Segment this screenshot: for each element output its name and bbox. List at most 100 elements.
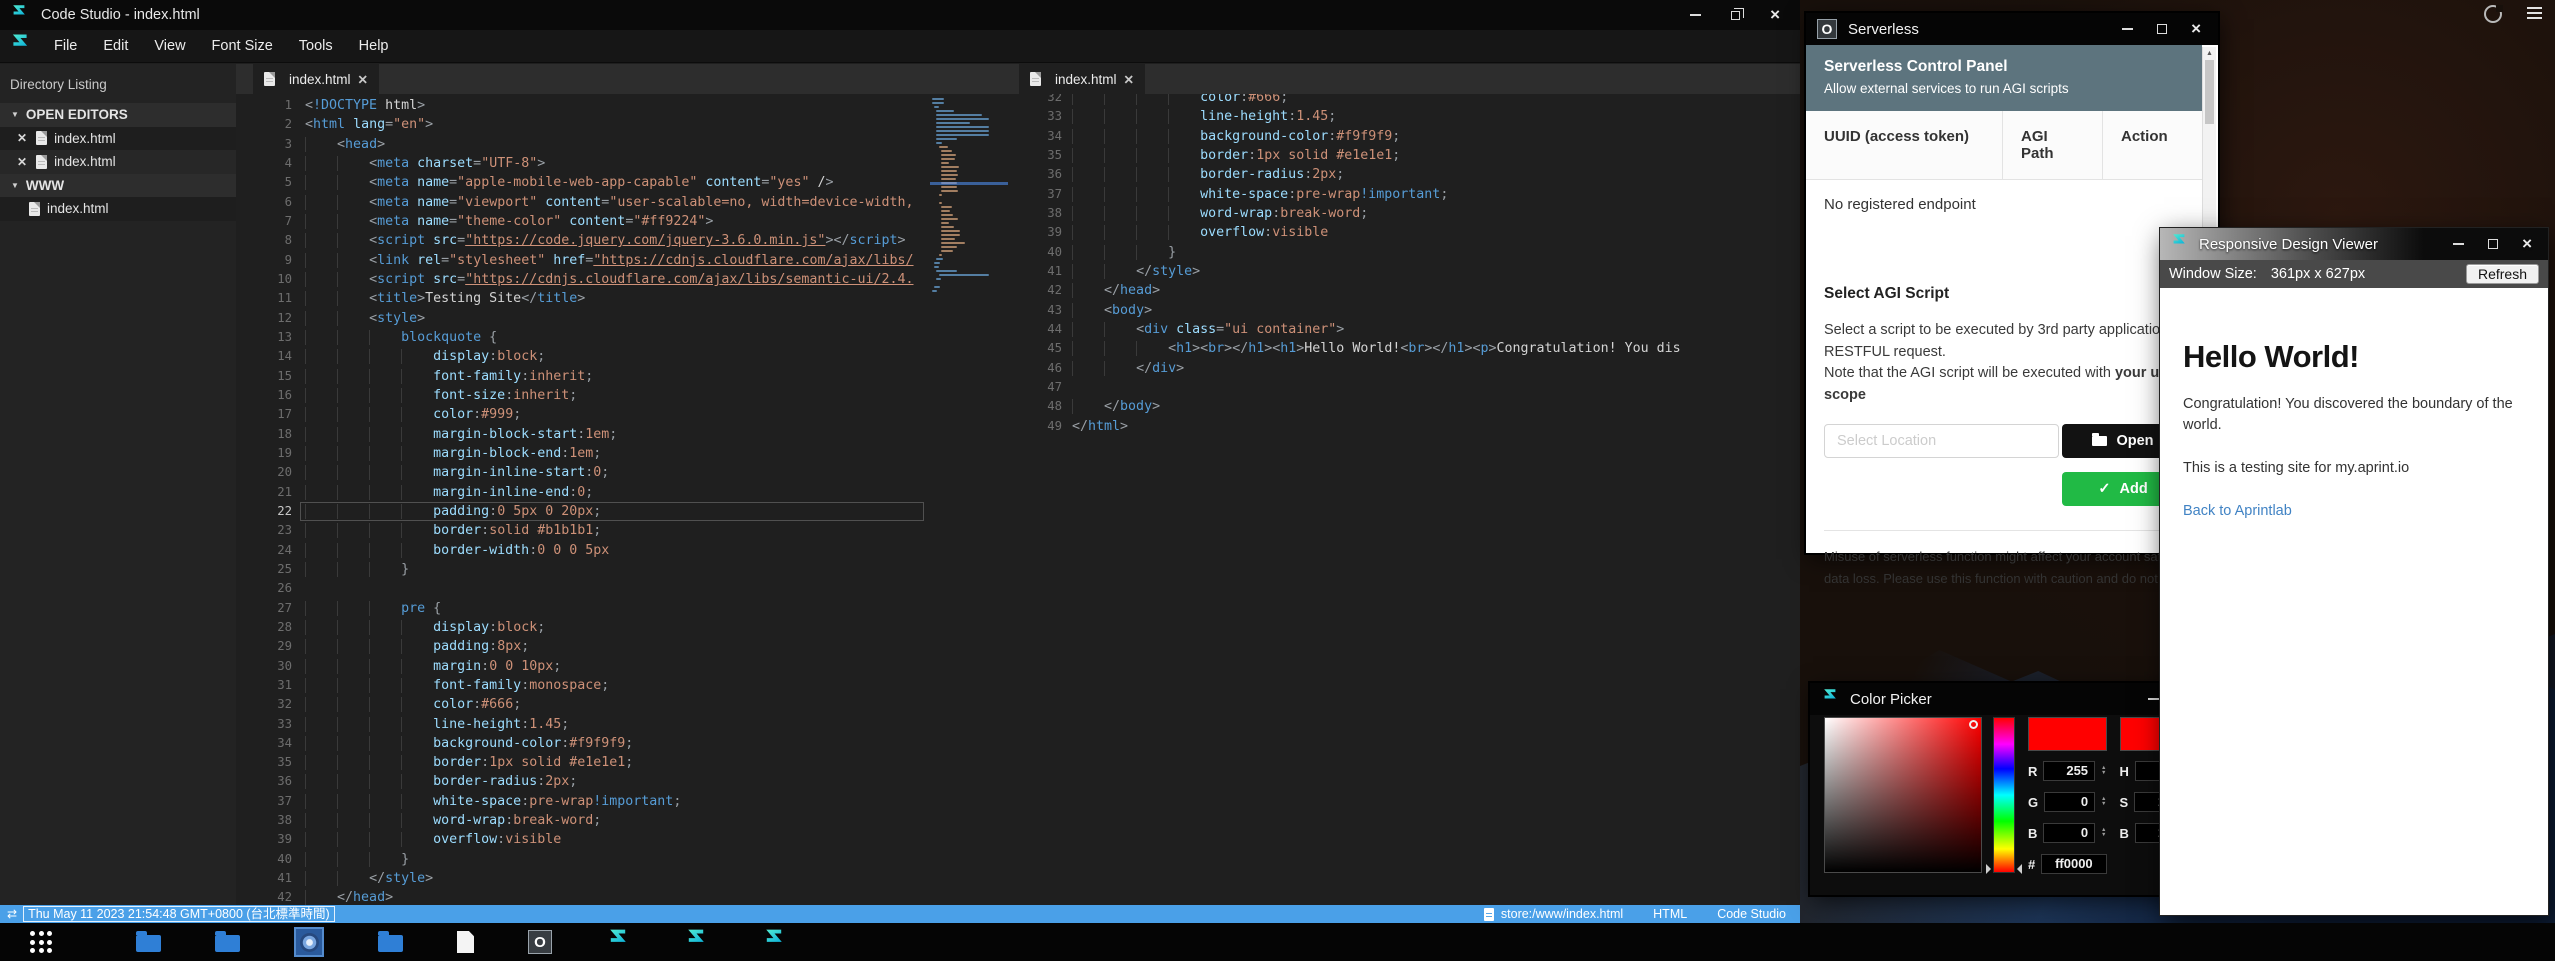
- code-line[interactable]: 35 border:1px solid #e1e1e1;: [236, 753, 1010, 772]
- code-studio-app-icon[interactable]: [606, 928, 630, 957]
- stepper-icons[interactable]: ▲▼: [2101, 766, 2106, 776]
- code-line[interactable]: 2<html lang="en">: [236, 115, 1010, 134]
- code-line[interactable]: 40 }: [1010, 243, 1800, 262]
- code-line[interactable]: 32 color:#666;: [1010, 94, 1800, 107]
- code-line[interactable]: 44 <div class="ui container">: [1010, 320, 1800, 339]
- code-line[interactable]: 34 background-color:#f9f9f9;: [1010, 127, 1800, 146]
- sidebar-item-index.html[interactable]: ✕index.html: [0, 127, 236, 151]
- code-line[interactable]: 49</html>: [1010, 417, 1800, 436]
- close-icon[interactable]: ✕: [17, 155, 27, 169]
- field-r[interactable]: R255▲▼: [2028, 760, 2107, 782]
- minimize-icon[interactable]: [2148, 698, 2159, 700]
- color-selector-handle[interactable]: [1969, 720, 1978, 729]
- code-line[interactable]: 25 }: [236, 560, 1010, 579]
- menu-file[interactable]: File: [41, 38, 90, 54]
- sidebar-item-index.html[interactable]: index.html: [0, 197, 236, 221]
- folder-icon[interactable]: [215, 935, 240, 952]
- code-line[interactable]: 37 white-space:pre-wrap!important;: [236, 792, 1010, 811]
- menu-font-size[interactable]: Font Size: [199, 38, 286, 54]
- script-location-input[interactable]: [1824, 424, 2059, 458]
- tab-close-icon[interactable]: ✕: [358, 72, 368, 87]
- code-line[interactable]: 47: [1010, 378, 1800, 397]
- code-line[interactable]: 40 }: [236, 850, 1010, 869]
- media-app-icon[interactable]: [294, 927, 324, 957]
- back-to-aprintlab-link[interactable]: Back to Aprintlab: [2183, 501, 2548, 522]
- tab-close-icon[interactable]: ✕: [1124, 72, 1134, 87]
- stepper-icons[interactable]: ▲▼: [2101, 797, 2106, 807]
- folder-icon[interactable]: [378, 935, 403, 952]
- editor-pane-left[interactable]: index.html ✕ 1<!DOCTYPE html>2<html lang…: [236, 64, 1010, 905]
- code-line[interactable]: 11 <title>Testing Site</title>: [236, 289, 1010, 308]
- start-apps-grid-icon[interactable]: [30, 931, 52, 953]
- code-line[interactable]: 29 padding:8px;: [236, 637, 1010, 656]
- title-bar[interactable]: Responsive Design Viewer ×: [2160, 228, 2548, 260]
- code-area[interactable]: 32 color:#666;33 line-height:1.45;34 bac…: [1010, 94, 1800, 905]
- field-value[interactable]: 0: [2043, 823, 2095, 843]
- saturation-value-square[interactable]: [1824, 717, 1982, 873]
- code-line[interactable]: 35 border:1px solid #e1e1e1;: [1010, 146, 1800, 165]
- code-line[interactable]: 38 word-wrap:break-word;: [1010, 204, 1800, 223]
- field-value[interactable]: 255: [2043, 761, 2095, 781]
- close-icon[interactable]: ✕: [17, 131, 27, 145]
- scroll-up-icon[interactable]: ▲: [2203, 47, 2216, 57]
- code-line[interactable]: 4 <meta charset="UTF-8">: [236, 154, 1010, 173]
- serverless-app-icon[interactable]: O: [528, 930, 552, 954]
- code-line[interactable]: 13 blockquote {: [236, 328, 1010, 347]
- code-area[interactable]: 1<!DOCTYPE html>2<html lang="en">3 <head…: [236, 94, 1010, 905]
- code-line[interactable]: 24 border-width:0 0 0 5px: [236, 541, 1010, 560]
- code-line[interactable]: 27 pre {: [236, 599, 1010, 618]
- code-line[interactable]: 33 line-height:1.45;: [236, 715, 1010, 734]
- code-line[interactable]: 33 line-height:1.45;: [1010, 107, 1800, 126]
- menu-view[interactable]: View: [141, 38, 198, 54]
- hex-value[interactable]: ff0000: [2041, 854, 2106, 874]
- code-line[interactable]: 16 font-size:inherit;: [236, 386, 1010, 405]
- hue-slider[interactable]: [1993, 717, 2015, 873]
- folder-icon[interactable]: [136, 935, 161, 952]
- code-line[interactable]: 36 border-radius:2px;: [236, 772, 1010, 791]
- field-hex[interactable]: #ff0000: [2028, 853, 2107, 875]
- code-line[interactable]: 32 color:#666;: [236, 695, 1010, 714]
- code-line[interactable]: 39 overflow:visible: [236, 830, 1010, 849]
- code-line[interactable]: 43 <body>: [1010, 301, 1800, 320]
- code-line[interactable]: 19 margin-block-end:1em;: [236, 444, 1010, 463]
- code-line[interactable]: 10 <script src="https://cdnjs.cloudflare…: [236, 270, 1010, 289]
- editor-pane-right[interactable]: index.html ✕ 32 color:#666;33 line-heigh…: [1010, 64, 1800, 905]
- field-g[interactable]: G0▲▼: [2028, 791, 2107, 813]
- code-line[interactable]: 1<!DOCTYPE html>: [236, 96, 1010, 115]
- menu-tools[interactable]: Tools: [286, 38, 346, 54]
- hue-marker-left[interactable]: [1986, 864, 1996, 874]
- code-line[interactable]: 34 background-color:#f9f9f9;: [236, 734, 1010, 753]
- code-line[interactable]: 45 <h1><br></h1><h1>Hello World!<br></h1…: [1010, 339, 1800, 358]
- minimap[interactable]: [930, 94, 1010, 905]
- maximize-icon[interactable]: [2488, 239, 2498, 249]
- minimize-icon[interactable]: [1690, 14, 1701, 16]
- close-icon[interactable]: ×: [2191, 23, 2201, 35]
- desktop-menu-icon[interactable]: [2527, 7, 2542, 22]
- code-line[interactable]: 18 margin-block-start:1em;: [236, 425, 1010, 444]
- minimap-viewport[interactable]: [930, 182, 1008, 185]
- code-line[interactable]: 41 </style>: [1010, 262, 1800, 281]
- stepper-icons[interactable]: ▲▼: [2101, 828, 2106, 838]
- code-line[interactable]: 9 <link rel="stylesheet" href="https://c…: [236, 251, 1010, 270]
- field-value[interactable]: 0: [2044, 792, 2095, 812]
- refresh-button[interactable]: Refresh: [2466, 264, 2539, 284]
- close-icon[interactable]: ×: [1770, 9, 1780, 21]
- code-line[interactable]: 12 <style>: [236, 309, 1010, 328]
- code-line[interactable]: 8 <script src="https://code.jquery.com/j…: [236, 231, 1010, 250]
- scrollbar-thumb[interactable]: [2205, 60, 2214, 124]
- title-bar[interactable]: Code Studio - index.html ×: [0, 0, 1800, 30]
- code-line[interactable]: 42 </head>: [1010, 281, 1800, 300]
- code-line[interactable]: 21 margin-inline-end:0;: [236, 483, 1010, 502]
- code-line[interactable]: 41 </style>: [236, 869, 1010, 888]
- code-line[interactable]: 31 font-family:monospace;: [236, 676, 1010, 695]
- title-bar[interactable]: O Serverless ×: [1806, 13, 2218, 45]
- close-icon[interactable]: ×: [2522, 238, 2532, 250]
- maximize-icon[interactable]: [2157, 24, 2167, 34]
- code-line[interactable]: 14 display:block;: [236, 347, 1010, 366]
- code-line[interactable]: 48 </body>: [1010, 397, 1800, 416]
- code-studio-app-icon[interactable]: [684, 928, 708, 957]
- code-line[interactable]: 17 color:#999;: [236, 405, 1010, 424]
- code-line[interactable]: 39 overflow:visible: [1010, 223, 1800, 242]
- code-line[interactable]: 28 display:block;: [236, 618, 1010, 637]
- code-line[interactable]: 46 </div>: [1010, 359, 1800, 378]
